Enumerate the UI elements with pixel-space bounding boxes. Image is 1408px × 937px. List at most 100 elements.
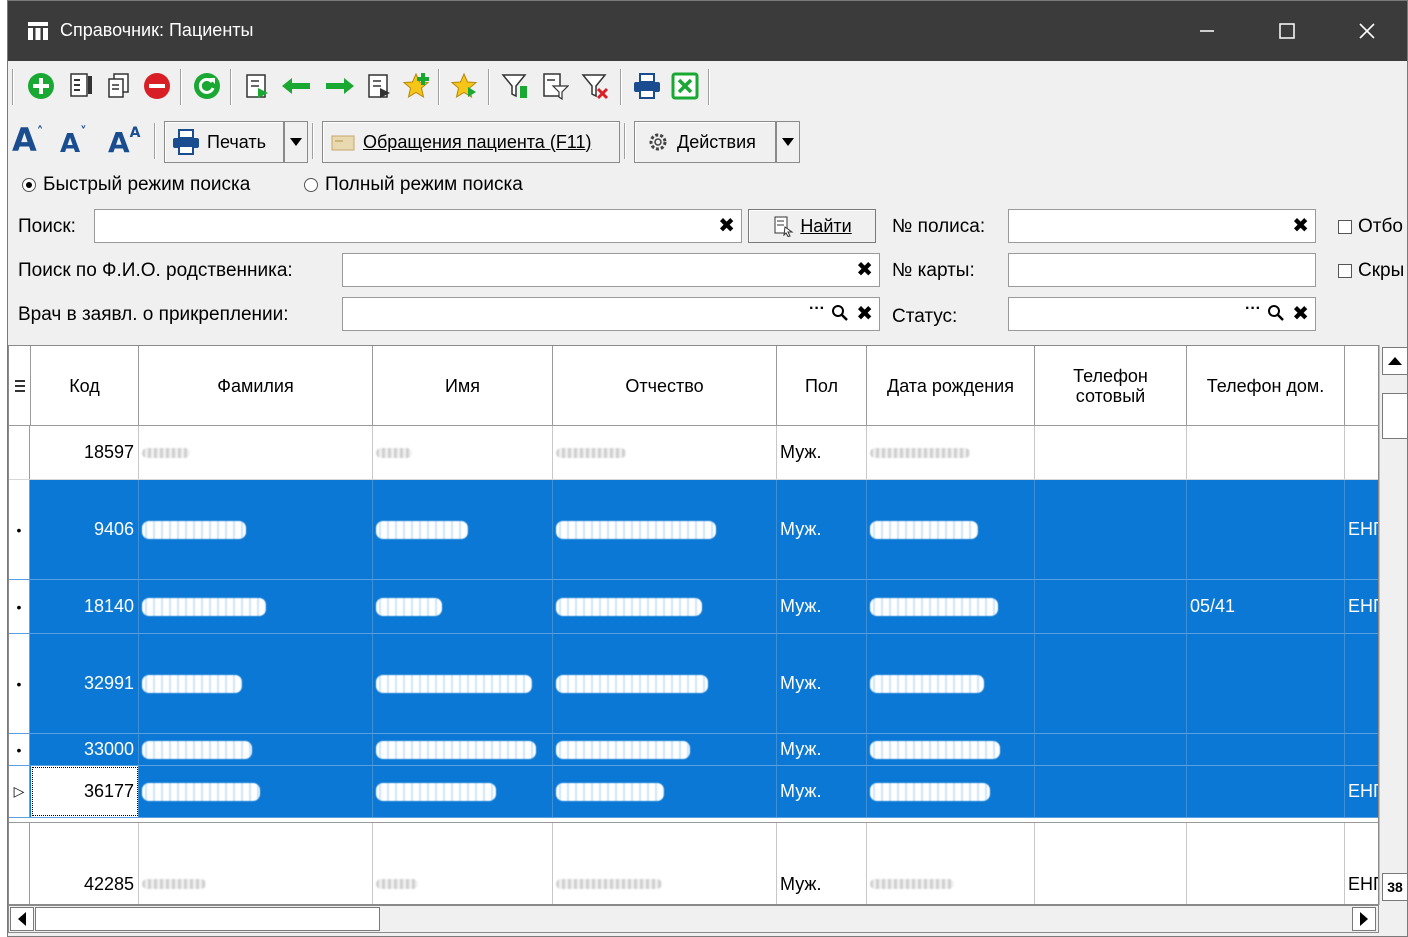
cell-patronymic [553, 734, 777, 765]
scroll-right-button[interactable] [1352, 907, 1376, 931]
excel-export-button[interactable] [668, 69, 702, 103]
status-clear-icon[interactable]: ✖ [1292, 303, 1309, 325]
delete-button[interactable] [140, 69, 174, 103]
column-header-mobile-phone[interactable]: Телефон сотовый [1035, 346, 1187, 426]
print-dropdown-button[interactable] [284, 121, 308, 163]
cell-home-phone [1187, 480, 1345, 579]
cell-birth-date [867, 426, 1035, 479]
table-row[interactable]: 42285 Муж. ЕНП [9, 822, 1378, 904]
table-row[interactable]: • 9406 Муж. ЕНП [9, 480, 1378, 580]
patient-appeals-label: Обращения пациента (F11) [363, 131, 592, 152]
next-button[interactable] [322, 69, 356, 103]
horizontal-scrollbar[interactable] [8, 905, 1379, 933]
search-input[interactable]: ✖ [94, 209, 742, 243]
favorites-add-button[interactable] [400, 69, 434, 103]
cell-first-name [373, 426, 553, 479]
favorites-button[interactable] [448, 69, 482, 103]
doctor-search-icon[interactable] [831, 304, 849, 322]
table-row[interactable]: ▷ 36177 Муж. ЕНП [9, 766, 1378, 818]
column-header-patronymic[interactable]: Отчество [553, 346, 777, 426]
column-header-code[interactable]: Код [31, 346, 139, 426]
font-default-button[interactable]: AA [108, 125, 141, 159]
select-record-button[interactable] [362, 69, 396, 103]
refresh-button[interactable] [190, 69, 224, 103]
search-clear-icon[interactable]: ✖ [718, 215, 735, 237]
scroll-up-button[interactable] [1382, 347, 1407, 375]
copy-button[interactable] [102, 69, 136, 103]
patient-appeals-button[interactable]: Обращения пациента (F11) [322, 121, 620, 163]
column-header-birth-date[interactable]: Дата рождения [867, 346, 1035, 426]
patients-grid[interactable]: Код Фамилия Имя Отчество Пол Дата рожден… [8, 345, 1379, 905]
cell-patronymic [553, 580, 777, 633]
filter-checkbox-2[interactable]: Скры [1338, 260, 1404, 282]
filter-edit-button[interactable] [538, 69, 572, 103]
row-indicator: ▷ [9, 766, 30, 817]
find-button[interactable]: Найти [748, 209, 876, 243]
fast-search-radio[interactable]: Быстрый режим поиска [22, 174, 250, 196]
cell-last-name [139, 823, 373, 904]
full-search-radio[interactable]: Полный режим поиска [304, 174, 523, 196]
close-icon [1359, 23, 1375, 39]
toolbar-separator [230, 69, 232, 105]
add-button[interactable] [24, 69, 58, 103]
toolbar-separator [12, 69, 14, 105]
doctor-clear-icon[interactable]: ✖ [856, 303, 873, 325]
horizontal-scroll-thumb[interactable] [35, 907, 380, 931]
vertical-scrollbar[interactable]: 38 [1379, 345, 1407, 905]
column-header-first-name[interactable]: Имя [373, 346, 553, 426]
column-header-extra[interactable] [1345, 346, 1378, 426]
status-browse-icon[interactable]: ··· [1245, 300, 1261, 318]
maximize-button[interactable] [1247, 1, 1327, 61]
table-row[interactable]: • 18140 Муж. 05/41 ЕНП [9, 580, 1378, 634]
column-chooser-button[interactable] [9, 346, 31, 426]
column-header-last-name[interactable]: Фамилия [139, 346, 373, 426]
filter-button[interactable] [498, 69, 532, 103]
table-row[interactable]: • 32991 Муж. [9, 634, 1378, 734]
status-search-icon[interactable] [1267, 304, 1285, 322]
relative-search-input[interactable]: ✖ [342, 253, 880, 287]
cell-mobile-phone [1035, 766, 1187, 817]
scroll-left-button[interactable] [10, 907, 34, 931]
chevron-down-icon [290, 138, 302, 146]
column-header-home-phone[interactable]: Телефон дом. [1187, 346, 1345, 426]
previous-button[interactable] [280, 69, 314, 103]
app-grid-icon [28, 22, 48, 40]
doctor-input[interactable]: ··· ✖ [342, 297, 880, 331]
window-title: Справочник: Пациенты [60, 20, 254, 40]
cell-birth-date [867, 580, 1035, 633]
cell-last-name [139, 734, 373, 765]
select-button[interactable] [240, 69, 274, 103]
policy-input[interactable]: ✖ [1008, 209, 1316, 243]
cell-extra: ЕНП [1348, 873, 1378, 894]
toolbar-separator [620, 69, 622, 105]
actions-dropdown-button[interactable] [776, 121, 800, 163]
close-button[interactable] [1327, 1, 1407, 61]
card-input[interactable] [1008, 253, 1316, 287]
doctor-browse-icon[interactable]: ··· [809, 300, 825, 318]
arrow-left-small-icon [18, 912, 26, 926]
table-row[interactable]: • 33000 Муж. [9, 734, 1378, 766]
minimize-button[interactable] [1167, 1, 1247, 61]
policy-clear-icon[interactable]: ✖ [1292, 215, 1309, 237]
filter-clear-button[interactable] [578, 69, 612, 103]
actions-button[interactable]: Действия [634, 121, 776, 163]
relative-clear-icon[interactable]: ✖ [856, 259, 873, 281]
print-button[interactable] [630, 69, 664, 103]
font-increase-button[interactable]: A ˄ [12, 121, 43, 159]
column-header-gender[interactable]: Пол [777, 346, 867, 426]
find-label: Найти [800, 215, 852, 236]
print-menu-button[interactable]: Печать [164, 121, 284, 163]
table-row[interactable]: 18597 Муж. [9, 426, 1378, 480]
cell-code[interactable]: 36177 [31, 766, 139, 817]
cell-mobile-phone [1035, 580, 1187, 633]
filter-checkbox-1[interactable]: Отбо [1338, 216, 1403, 238]
vertical-scroll-thumb[interactable] [1382, 393, 1407, 439]
scroll-down-button[interactable]: 38 [1382, 873, 1407, 901]
toolbar-separator [180, 69, 182, 105]
chevron-down-icon [782, 138, 794, 146]
cell-gender: Муж. [777, 580, 867, 633]
edit-button[interactable] [64, 69, 98, 103]
status-input[interactable]: ··· ✖ [1008, 297, 1316, 331]
filter-checkbox-1-label: Отбо [1358, 216, 1403, 237]
font-decrease-button[interactable]: A ˅ [60, 125, 87, 159]
